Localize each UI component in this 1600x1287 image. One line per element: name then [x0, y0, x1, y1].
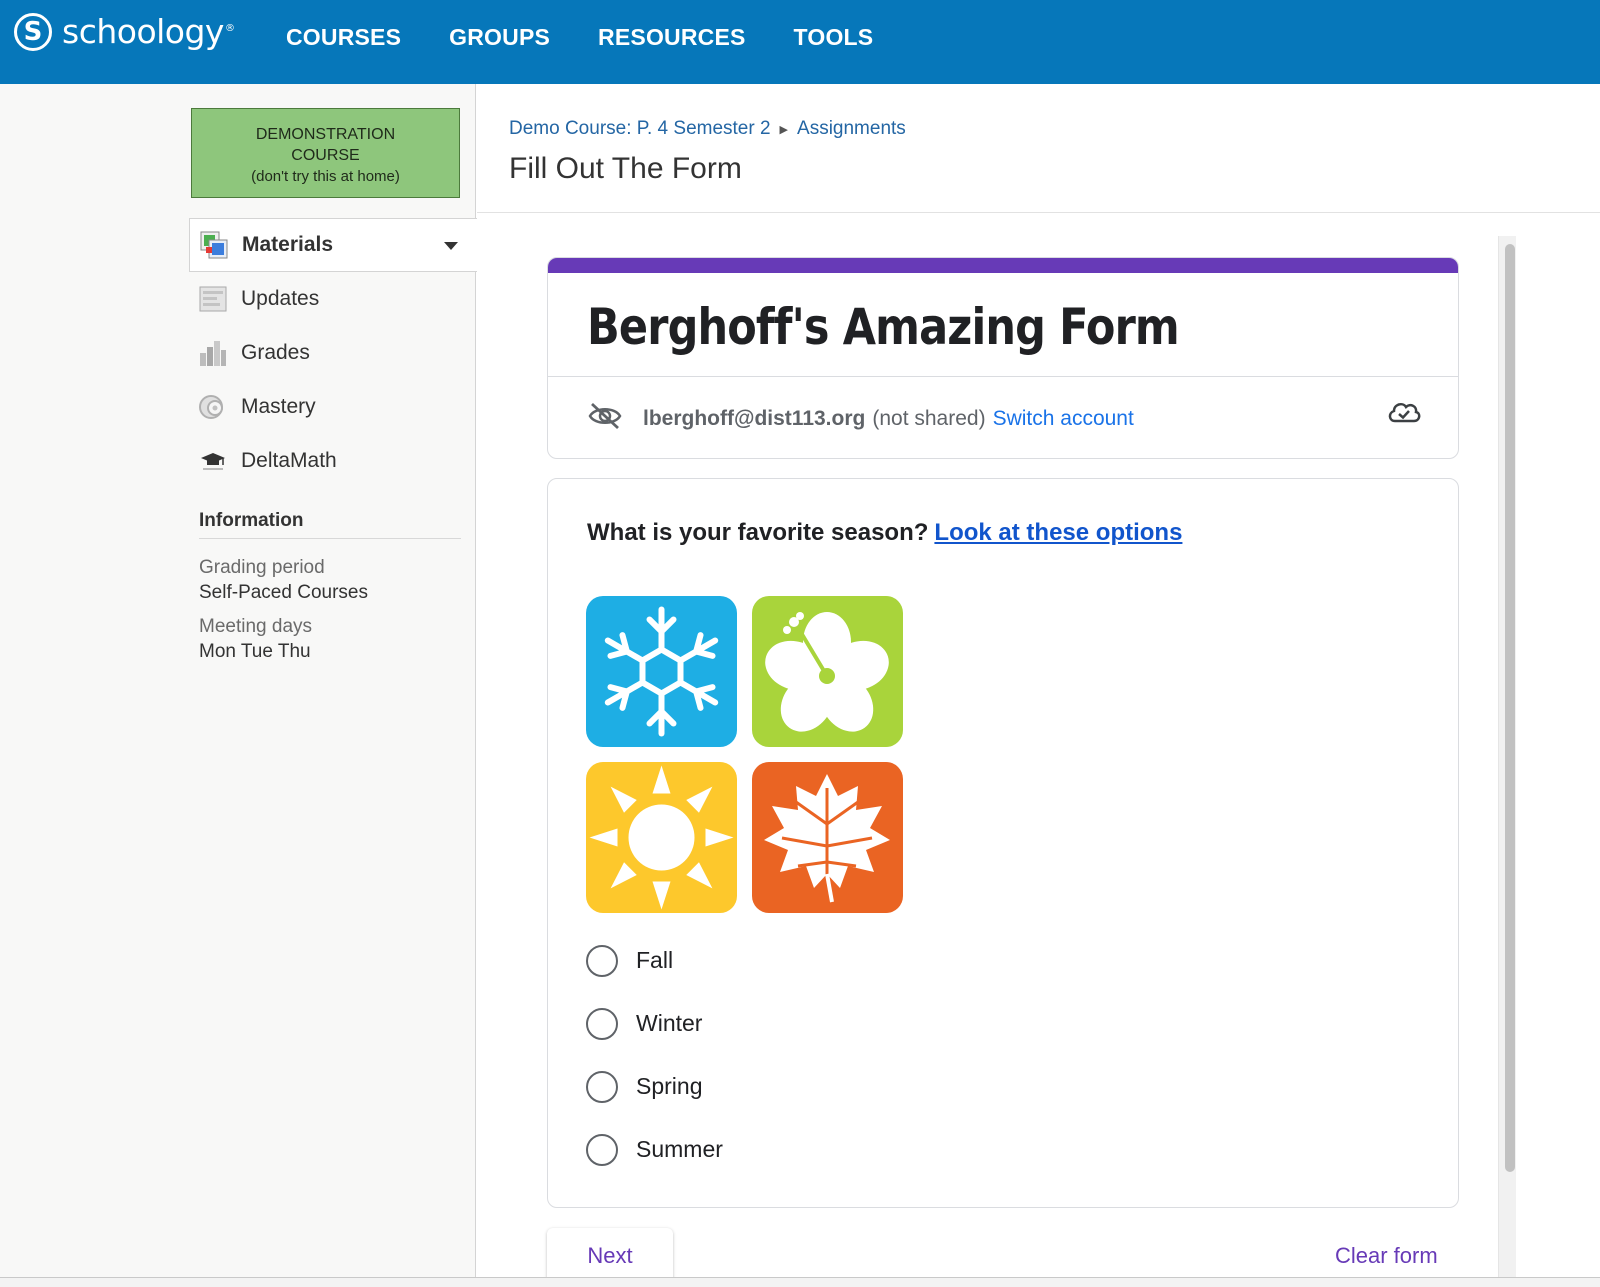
banner-line-3: (don't try this at home)	[251, 168, 400, 185]
schoology-logo[interactable]: S schoology®	[14, 12, 235, 51]
form-title-divider	[548, 376, 1458, 377]
bottom-divider	[0, 1277, 1600, 1287]
radio-button[interactable]	[586, 1007, 618, 1040]
breadcrumb: Demo Course: P. 4 Semester 2 ▶ Assignmen…	[509, 118, 906, 140]
form-title-card: Berghoff's Amazing Form lberghoff@dist11…	[547, 257, 1459, 459]
cloud-saved-icon	[1386, 398, 1422, 431]
nav-courses[interactable]: COURSES	[286, 24, 401, 51]
option-label: Winter	[636, 1010, 703, 1036]
option-label: Spring	[636, 1073, 703, 1099]
deltamath-icon	[199, 447, 227, 475]
schoology-logo-icon: S	[14, 12, 52, 51]
option-winter[interactable]: Winter	[586, 992, 723, 1055]
scrollbar-thumb[interactable]	[1505, 244, 1515, 1172]
sidebar-item-label: Mastery	[241, 395, 316, 418]
meeting-days-value: Mon Tue Thu	[199, 641, 311, 662]
nav-groups[interactable]: GROUPS	[449, 24, 550, 51]
radio-button[interactable]	[586, 1133, 618, 1166]
switch-account-link[interactable]: Switch account	[993, 407, 1134, 431]
question-text: What is your favorite season?	[587, 519, 929, 546]
grading-period-label: Grading period	[199, 557, 325, 578]
not-shared-label: (not shared)	[872, 407, 986, 430]
grading-period-value: Self-Paced Courses	[199, 582, 368, 603]
option-label: Summer	[636, 1136, 723, 1162]
information-heading: Information	[199, 510, 304, 531]
nav-tools[interactable]: TOOLS	[794, 24, 874, 51]
banner-line-1: DEMONSTRATION	[255, 126, 396, 143]
clear-form-button[interactable]: Clear form	[1335, 1243, 1438, 1269]
course-menu: Materials Updates Grades Mastery DeltaMa…	[189, 218, 477, 488]
banner-line-2: COURSE	[291, 147, 360, 164]
eye-off-icon	[587, 401, 623, 437]
sidebar-item-grades[interactable]: Grades	[189, 326, 477, 380]
fall-leaf-icon	[752, 762, 903, 913]
radio-button[interactable]	[586, 944, 618, 977]
grades-icon	[199, 339, 227, 367]
updates-icon	[199, 285, 227, 313]
course-profile-banner: DEMONSTRATION COURSE (don't try this at …	[191, 108, 460, 198]
spring-hibiscus-icon	[752, 596, 903, 747]
sidebar-item-updates[interactable]: Updates	[189, 272, 477, 326]
nav-resources[interactable]: RESOURCES	[598, 24, 746, 51]
materials-icon	[200, 231, 228, 259]
account-row: lberghoff@dist113.org (not shared) Switc…	[587, 401, 1134, 437]
header-divider	[477, 212, 1600, 213]
season-image-grid	[586, 596, 906, 916]
winter-snowflake-icon	[586, 596, 737, 747]
look-at-options-link[interactable]: Look at these options	[934, 519, 1182, 546]
season-options: Fall Winter Spring Summer	[586, 929, 723, 1181]
breadcrumb-arrow-icon: ▶	[779, 123, 789, 136]
next-button[interactable]: Next	[547, 1228, 673, 1284]
form-accent-stripe	[548, 258, 1458, 273]
chevron-down-icon[interactable]	[444, 242, 458, 250]
account-email: lberghoff@dist113.org	[643, 407, 866, 430]
information-divider	[199, 538, 461, 539]
summer-sun-icon	[586, 762, 737, 913]
option-spring[interactable]: Spring	[586, 1055, 723, 1118]
question-card: What is your favorite season? Look at the…	[547, 478, 1459, 1208]
main-nav: COURSES GROUPS RESOURCES TOOLS	[286, 24, 873, 51]
option-fall[interactable]: Fall	[586, 929, 723, 992]
meeting-days-label: Meeting days	[199, 616, 313, 637]
sidebar-item-label: DeltaMath	[241, 449, 337, 472]
sidebar-item-deltamath[interactable]: DeltaMath	[189, 434, 477, 488]
sidebar-item-mastery[interactable]: Mastery	[189, 380, 477, 434]
schoology-logo-text: schoology®	[62, 12, 235, 51]
sidebar-item-label: Grades	[241, 341, 310, 364]
page-title: Fill Out The Form	[509, 152, 742, 185]
mastery-icon	[199, 393, 227, 421]
sidebar-item-materials[interactable]: Materials	[189, 218, 477, 272]
radio-button[interactable]	[586, 1070, 618, 1103]
breadcrumb-assignments-link[interactable]: Assignments	[797, 118, 906, 140]
sidebar-item-label: Updates	[241, 287, 320, 310]
question-title: What is your favorite season? Look at the…	[587, 519, 1182, 547]
sidebar-item-label: Materials	[242, 233, 334, 256]
option-summer[interactable]: Summer	[586, 1118, 723, 1181]
top-nav-bar: S schoology® COURSES GROUPS RESOURCES TO…	[0, 0, 1600, 84]
option-label: Fall	[636, 947, 674, 973]
breadcrumb-course-link[interactable]: Demo Course: P. 4 Semester 2	[509, 118, 771, 140]
form-title: Berghoff's Amazing Form	[587, 298, 1180, 356]
